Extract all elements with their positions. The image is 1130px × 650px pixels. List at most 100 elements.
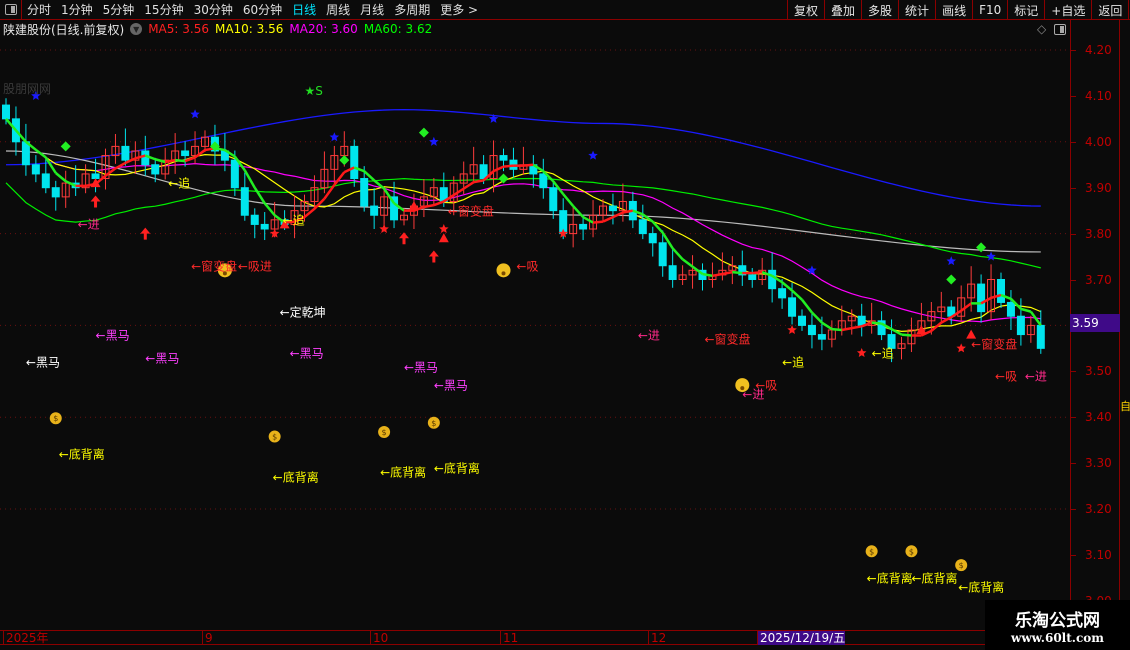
- money-bag-symbol: $: [909, 547, 914, 556]
- signal-annotation: ←黑马: [404, 360, 439, 375]
- signal-annotation: ←黑马: [25, 355, 60, 370]
- red-triangle-icon: [438, 233, 449, 243]
- blue-star-icon: [946, 256, 957, 266]
- signal-annotation: ←进: [637, 328, 660, 343]
- ma5-line-segment: [303, 207, 316, 219]
- y-tick: [1071, 233, 1076, 235]
- current-price-label: 3.59: [1070, 314, 1120, 332]
- candle-body: [579, 223, 588, 230]
- toolbar-button[interactable]: 叠加: [824, 0, 861, 20]
- y-tick-label: 4.20: [1085, 43, 1112, 57]
- ma5-line-segment: [423, 203, 435, 209]
- red-up-arrow-icon: [90, 195, 101, 208]
- candle-body: [539, 173, 548, 189]
- ma5-line-segment: [184, 156, 196, 163]
- time-label: 2025年: [3, 631, 49, 645]
- signal-annotation: ←进: [77, 217, 100, 232]
- candle-body: [240, 187, 249, 216]
- y-tick-label: 3.90: [1085, 180, 1112, 195]
- period-tab[interactable]: 月线: [355, 1, 389, 18]
- ma60-line: [5, 177, 1041, 269]
- candle-body: [91, 173, 100, 180]
- candlestick-chart[interactable]: $ $ $ $ $ $ $: [0, 0, 1070, 630]
- ma5-line-segment: [602, 215, 614, 223]
- signal-annotation: ←底背离: [958, 580, 1005, 595]
- period-tab[interactable]: 5分钟: [98, 1, 140, 18]
- signal-annotation: ←吸: [516, 259, 539, 274]
- y-tick: [1071, 371, 1076, 373]
- money-bag-symbol: $: [382, 428, 387, 437]
- blue-star-icon: [588, 150, 598, 160]
- ma5-value: MA5: 3.56: [148, 22, 209, 36]
- blue-star-icon: [190, 109, 200, 119]
- money-bag-symbol: $: [272, 433, 277, 442]
- toolbar-button[interactable]: 返回: [1091, 0, 1130, 20]
- signal-annotation: ←窗变盘: [191, 259, 238, 274]
- ma5-line-segment: [523, 163, 534, 167]
- ma5-line-segment: [473, 179, 484, 184]
- period-tab[interactable]: 15分钟: [139, 1, 188, 18]
- toolbar-button[interactable]: +自选: [1044, 0, 1091, 20]
- candle-body: [31, 164, 40, 175]
- ma5-line-segment: [901, 333, 912, 337]
- side-strip[interactable]: 自: [1120, 20, 1130, 630]
- toolbar-button[interactable]: 统计: [898, 0, 935, 20]
- ma5-line-segment: [54, 172, 67, 183]
- green-diamond-icon: [60, 141, 71, 152]
- time-axis: 2025年91011122025/12/19/五2: [0, 630, 1070, 645]
- ma5-line-segment: [503, 164, 514, 168]
- period-tab[interactable]: 1分钟: [56, 1, 98, 18]
- period-tab[interactable]: 周线: [321, 1, 355, 18]
- toolbar-button[interactable]: 复权: [787, 0, 824, 20]
- candle-body: [151, 164, 160, 175]
- ma5-line-segment: [582, 215, 594, 224]
- candle-body: [668, 265, 677, 281]
- y-tick: [1071, 554, 1076, 556]
- toolbar-button[interactable]: 多股: [861, 0, 898, 20]
- signal-annotation: ←追: [168, 176, 191, 191]
- period-tab[interactable]: 多周期: [389, 1, 435, 18]
- ma5-line-segment: [722, 270, 733, 276]
- toolbar-button[interactable]: F10: [972, 0, 1007, 20]
- y-tick: [1071, 417, 1076, 419]
- signal-annotation: ←黑马: [289, 346, 324, 361]
- logo-url: www.60lt.com: [1011, 631, 1104, 645]
- candle-body: [817, 334, 826, 340]
- candle-body: [370, 205, 379, 216]
- site-logo: 乐淘公式网 www.60lt.com: [985, 600, 1130, 650]
- period-tab[interactable]: 60分钟: [238, 1, 287, 18]
- red-up-arrow-icon: [140, 227, 151, 240]
- period-tab[interactable]: 更多 >: [435, 1, 483, 18]
- signal-annotation: ←底背离: [433, 461, 480, 476]
- y-tick-label: 3.50: [1085, 364, 1112, 379]
- signal-annotation: ←窗变盘: [447, 204, 494, 219]
- signal-annotation: ←底背离: [866, 571, 913, 586]
- signal-annotation: ←窗变盘: [971, 337, 1018, 352]
- period-tab[interactable]: 分时: [22, 1, 56, 18]
- signal-annotation: ←底背离: [58, 447, 105, 462]
- y-tick: [1071, 509, 1076, 510]
- ma5-line-segment: [712, 272, 723, 278]
- candle-body: [181, 150, 190, 157]
- toolbar-button[interactable]: 画线: [935, 0, 972, 20]
- y-tick-label: 3.10: [1085, 547, 1112, 562]
- chevron-down-icon[interactable]: ▼: [130, 23, 143, 35]
- candle-body: [997, 279, 1005, 303]
- ma5-line-segment: [671, 247, 684, 261]
- signal-annotation: ←底背离: [272, 470, 319, 485]
- signal-annotation: ←追: [282, 213, 305, 228]
- toolbar-button[interactable]: 标记: [1007, 0, 1044, 20]
- signal-annotation: ←吸: [995, 369, 1018, 384]
- diamond-icon[interactable]: ◇: [1037, 22, 1046, 36]
- panel-toggle-button[interactable]: [0, 0, 22, 20]
- period-tab[interactable]: 日线: [287, 1, 321, 18]
- candle-body: [638, 219, 647, 235]
- candle-body: [141, 150, 150, 166]
- period-tab[interactable]: 30分钟: [189, 1, 238, 18]
- ma5-line-segment: [562, 193, 575, 207]
- panel-icon[interactable]: [1054, 23, 1067, 35]
- money-bag-symbol: $: [959, 561, 964, 570]
- ma5-line-segment: [333, 171, 346, 186]
- signal-annotation: ←黑马: [433, 378, 468, 393]
- candle-body: [1006, 301, 1015, 317]
